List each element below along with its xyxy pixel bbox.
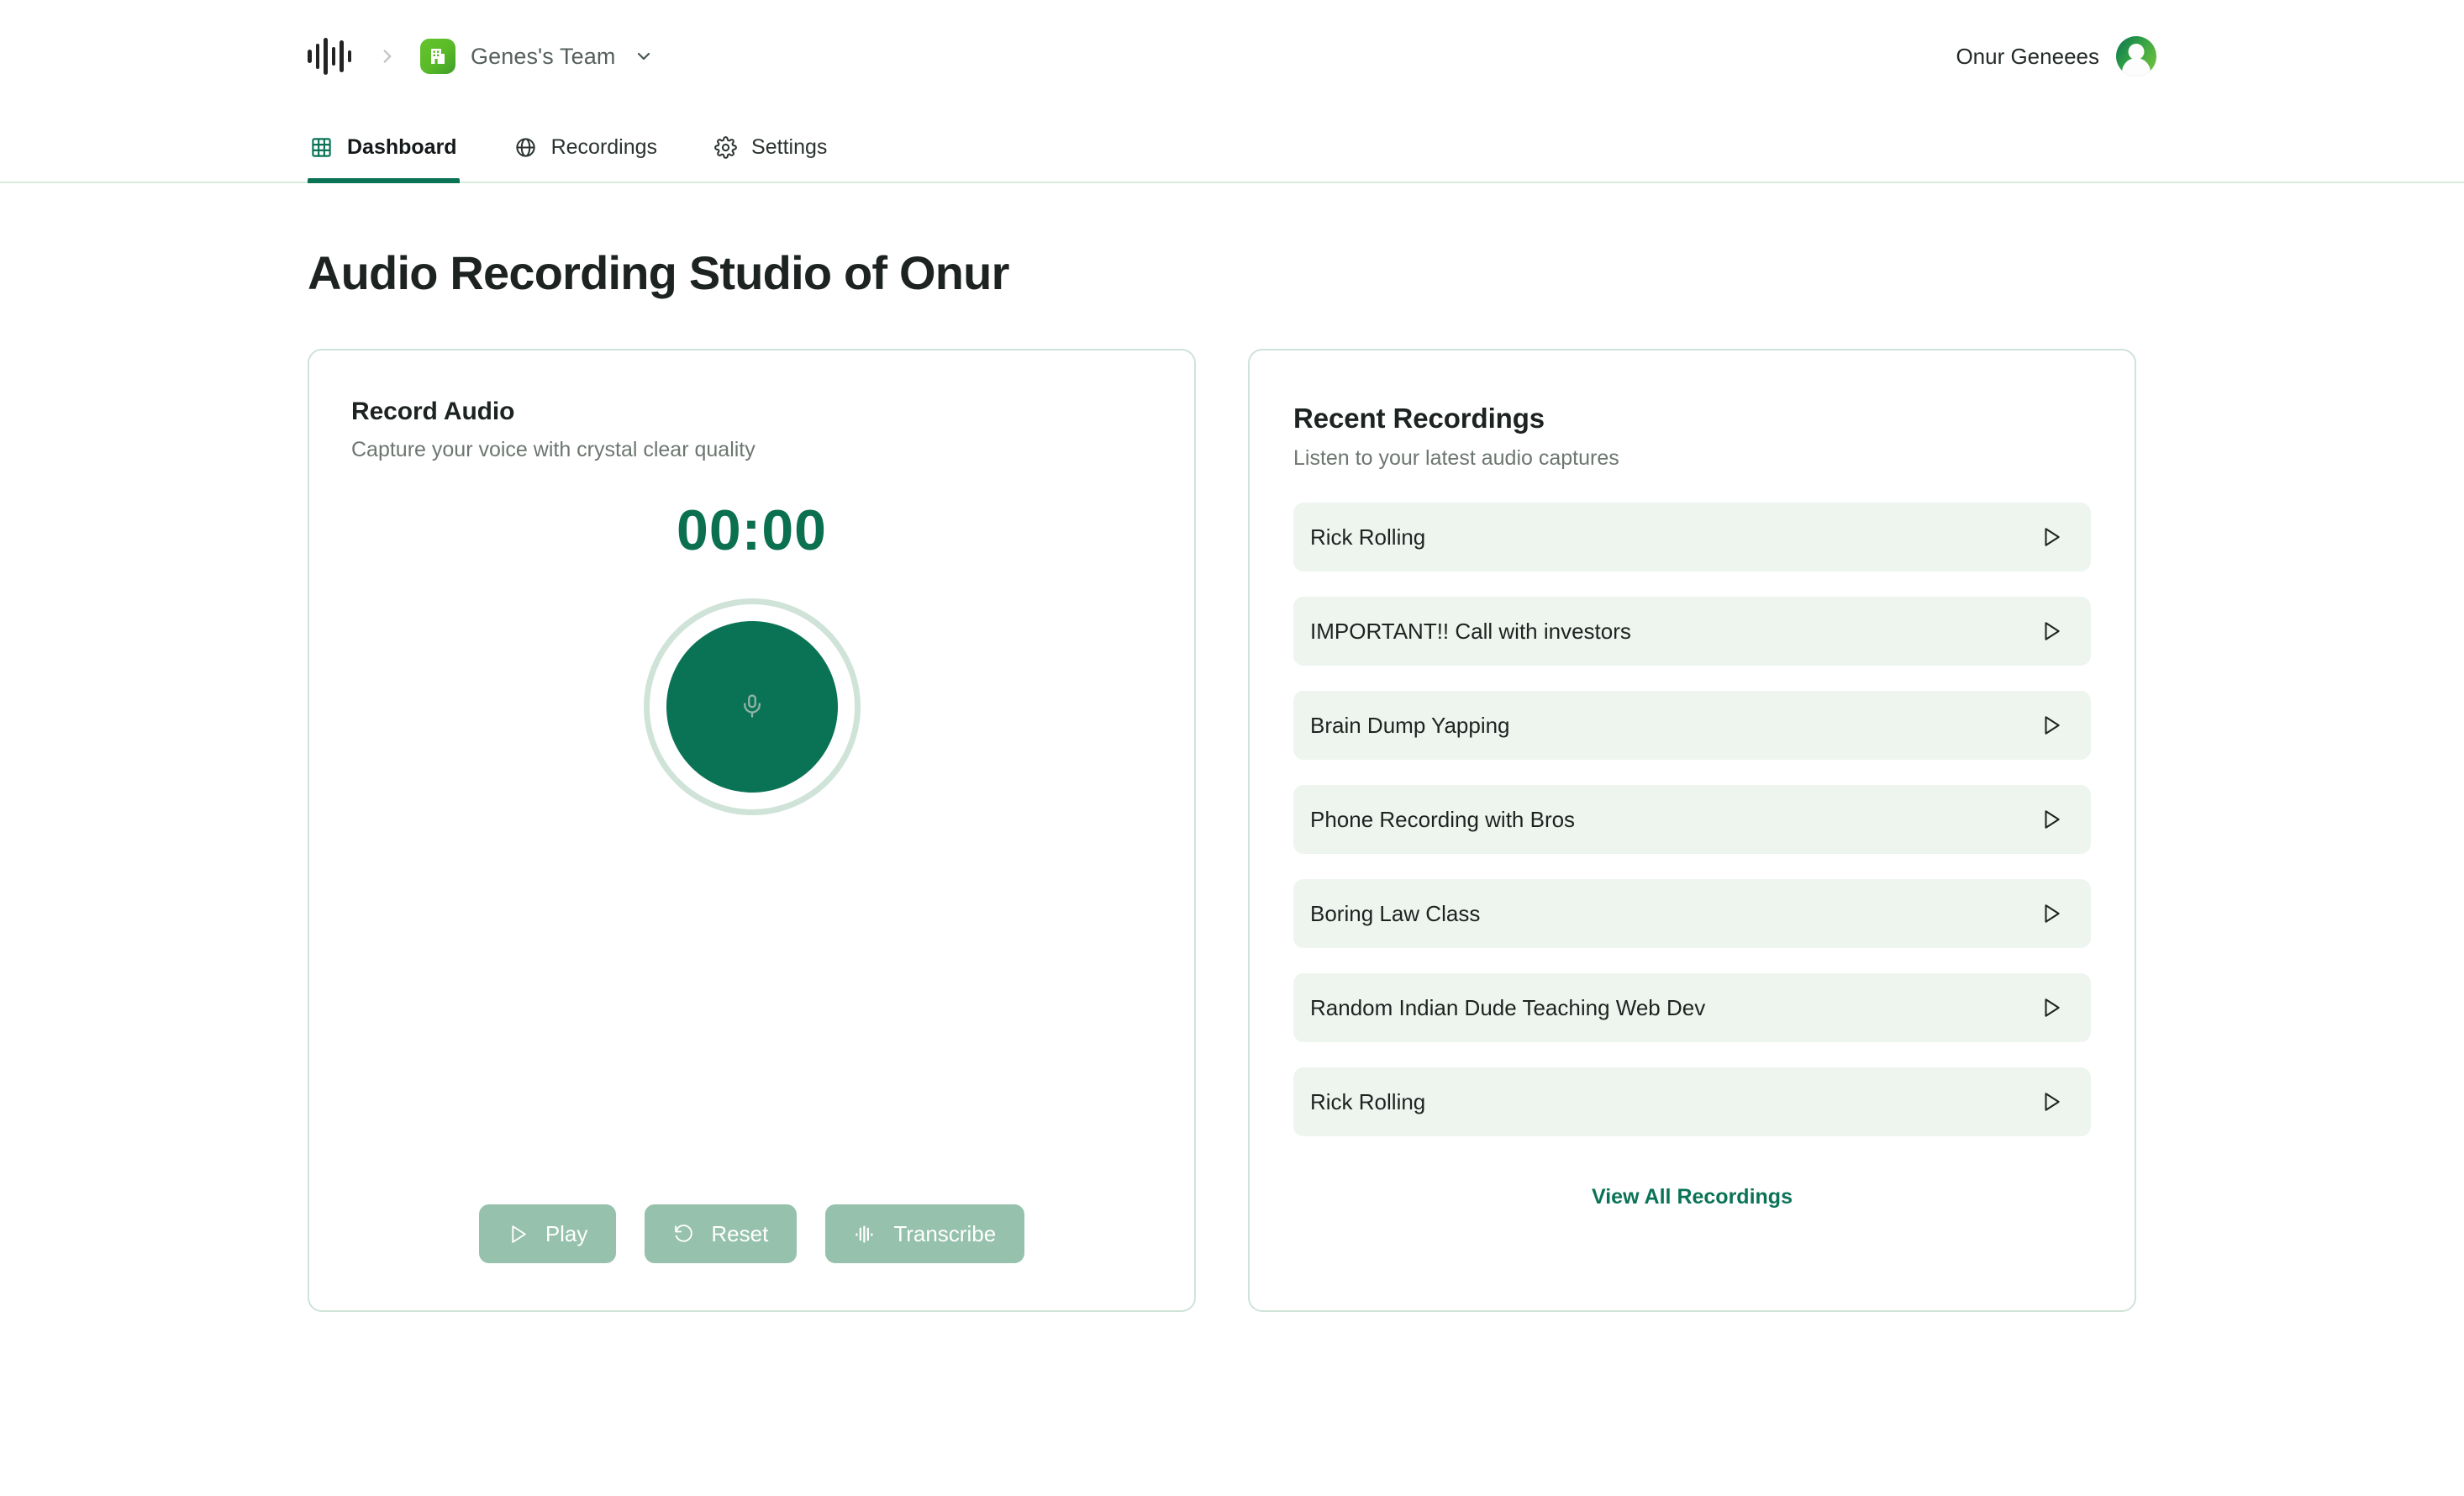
record-actions: Play Reset Transcribe [351,1204,1152,1268]
record-audio-title: Record Audio [351,398,515,425]
waveform-logo-icon[interactable] [308,38,351,75]
building-icon [420,39,455,74]
play-button-label: Play [545,1220,588,1246]
list-item[interactable]: Phone Recording with Bros [1293,785,2091,854]
recording-name: IMPORTANT!! Call with investors [1310,618,1631,644]
breadcrumb: Genes's Team [308,38,654,75]
play-icon[interactable] [2040,809,2062,830]
reset-button[interactable]: Reset [645,1204,798,1263]
record-audio-subtitle: Capture your voice with crystal clear qu… [351,438,756,461]
play-icon[interactable] [2040,714,2062,736]
globe-icon [514,136,537,159]
play-icon[interactable] [2040,903,2062,924]
recording-name: Random Indian Dude Teaching Web Dev [1310,994,1706,1020]
dashboard-columns: Record Audio Capture your voice with cry… [308,349,2156,1312]
recording-name: Brain Dump Yapping [1310,712,1510,738]
recording-name: Rick Rolling [1310,524,1426,550]
tab-recordings[interactable]: Recordings [512,113,660,182]
record-button-wrap [351,598,1152,815]
play-button[interactable]: Play [478,1204,617,1263]
grid-icon [310,136,333,159]
transcribe-button[interactable]: Transcribe [825,1204,1025,1263]
recording-name: Boring Law Class [1310,900,1481,926]
recent-recordings-title: Recent Recordings [1293,403,1545,434]
recent-recordings-card: Recent Recordings Listen to your latest … [1248,349,2136,1312]
recording-name: Rick Rolling [1310,1088,1426,1114]
avatar-body [2122,58,2151,76]
page-content: Audio Recording Studio of Onur Record Au… [0,245,2464,1312]
list-item[interactable]: Random Indian Dude Teaching Web Dev [1293,973,2091,1042]
top-bar: Genes's Team Onur Geneees [0,0,2464,113]
play-icon[interactable] [2040,526,2062,548]
list-item[interactable]: IMPORTANT!! Call with investors [1293,597,2091,666]
record-button[interactable] [666,621,838,793]
chevron-right-icon [376,45,398,67]
main-navigation-tabs: Dashboard Recordings Settings [0,113,2464,183]
tab-settings[interactable]: Settings [712,113,829,182]
recording-name: Phone Recording with Bros [1310,806,1576,832]
view-all-recordings-link[interactable]: View All Recordings [1592,1185,1793,1209]
record-audio-card: Record Audio Capture your voice with cry… [308,349,1196,1312]
transcribe-button-label: Transcribe [893,1220,997,1246]
tab-settings-label: Settings [751,134,828,159]
page-title: Audio Recording Studio of Onur [308,246,1009,299]
play-icon[interactable] [2040,1091,2062,1113]
view-all-wrap: View All Recordings [1293,1185,2091,1209]
tab-recordings-label: Recordings [550,134,658,159]
list-item[interactable]: Brain Dump Yapping [1293,691,2091,760]
recent-recordings-subtitle: Listen to your latest audio captures [1293,446,1619,470]
tab-dashboard-label: Dashboard [347,134,457,159]
tab-dashboard[interactable]: Dashboard [308,113,460,183]
user-menu[interactable]: Onur Geneees [1956,36,2156,76]
team-switcher[interactable]: Genes's Team [420,39,654,74]
list-item[interactable]: Rick Rolling [1293,503,2091,572]
play-icon[interactable] [2040,997,2062,1019]
microphone-icon [740,693,765,721]
waveform-icon [854,1223,877,1246]
list-item[interactable]: Rick Rolling [1293,1067,2091,1136]
list-item[interactable]: Boring Law Class [1293,879,2091,948]
play-icon [508,1224,529,1245]
record-button-ring [643,598,861,815]
reset-button-label: Reset [711,1220,769,1246]
recording-timer: 00:00 [677,498,827,562]
team-name: Genes's Team [471,43,616,69]
recordings-list: Rick Rolling IMPORTANT!! Call with inves… [1293,503,2091,1136]
rotate-ccw-icon [673,1224,694,1245]
chevron-down-icon[interactable] [634,46,654,66]
gear-icon [714,135,737,159]
avatar[interactable] [2116,36,2156,76]
user-name: Onur Geneees [1956,43,2099,69]
play-icon[interactable] [2040,620,2062,642]
